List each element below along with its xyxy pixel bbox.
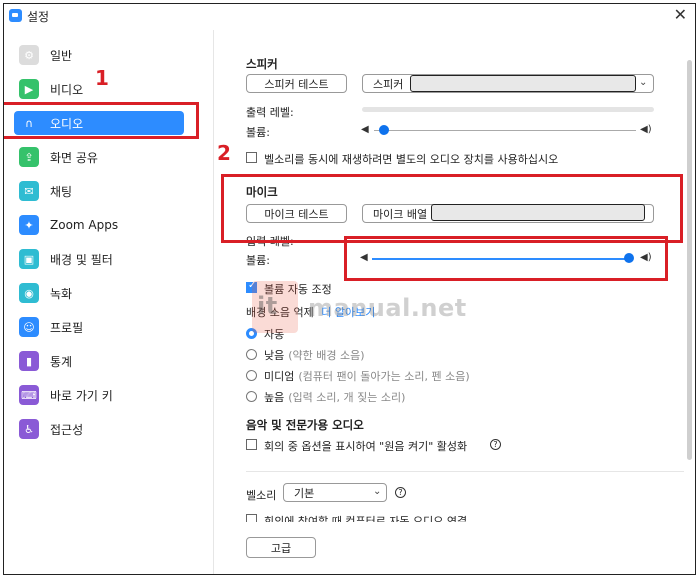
sidebar-item-label: 채팅 — [50, 184, 73, 199]
auto-audio-checkbox[interactable] — [246, 514, 257, 522]
sidebar-item-stats[interactable]: ▮ 통계 — [14, 349, 184, 373]
separate-device-label: 벨소리를 동시에 재생하려면 별도의 오디오 장치를 사용하십시오 — [264, 153, 559, 166]
redacted-device-name — [410, 75, 636, 92]
sidebar-item-label: 화면 공유 — [50, 150, 98, 165]
sidebar-item-record[interactable]: ◉ 녹화 — [14, 281, 184, 305]
watermark-text: manual.net — [308, 294, 467, 322]
annotation-step-2: 2 — [217, 141, 231, 165]
noise-option-radio[interactable] — [246, 391, 257, 402]
sidebar-item-label: 접근성 — [50, 422, 84, 437]
annotation-box-mic — [221, 174, 683, 243]
original-sound-checkbox[interactable] — [246, 439, 257, 450]
volume-high-icon: ◀) — [640, 124, 652, 135]
scrollbar[interactable] — [687, 60, 692, 460]
speaker-section-title: 스피커 — [246, 57, 278, 71]
annotation-box-audio — [4, 102, 199, 139]
accessibility-icon: ♿ — [19, 419, 39, 439]
profile-icon: ☺ — [19, 317, 39, 337]
ringtone-chevron-icon: ⌄ — [373, 486, 382, 497]
speaker-device-label: 스피커 — [373, 77, 404, 91]
noise-option-name: 미디엄 — [264, 370, 295, 383]
noise-option-radio[interactable] — [246, 370, 257, 381]
sidebar-item-label: 비디오 — [50, 82, 84, 97]
music-audio-title: 음악 및 전문가용 오디오 — [246, 418, 364, 432]
output-level-meter — [362, 107, 654, 112]
audio-settings-panel: 스피커 스피커 테스트 스피커 ⌄ 출력 레벨: 볼륨: ◀ ◀) 벨소리를 동… — [214, 30, 695, 574]
mic-volume-label: 볼륨: — [246, 254, 270, 267]
ringtone-help-icon[interactable]: ? — [395, 487, 406, 498]
noise-option-name: 낮음 — [264, 349, 285, 362]
ringtone-select[interactable]: 기본 — [283, 483, 387, 502]
separate-device-checkbox[interactable] — [246, 152, 257, 163]
video-icon: ▶ — [19, 79, 39, 99]
noise-option-hint: (약한 배경 소음) — [288, 349, 365, 362]
sidebar-item-background[interactable]: ▣ 배경 및 필터 — [14, 247, 184, 271]
speaker-volume-track[interactable] — [374, 130, 636, 131]
ringtone-value: 기본 — [294, 486, 315, 500]
speaker-volume-knob[interactable] — [379, 125, 390, 135]
sidebar-item-label: 통계 — [50, 354, 73, 369]
annotation-box-volume — [344, 236, 668, 281]
sidebar-item-apps[interactable]: ✦ Zoom Apps — [14, 213, 184, 237]
section-divider — [246, 471, 684, 472]
chat-icon: ✉ — [19, 181, 39, 201]
keyboard-icon: ⌨ — [19, 385, 39, 405]
cut-off-option: 회의에 참여할 때 컴퓨터로 자동 오디오 연결 — [246, 514, 546, 522]
sidebar-item-accessibility[interactable]: ♿ 접근성 — [14, 417, 184, 441]
annotation-step-1: 1 — [95, 66, 109, 90]
zoom-app-icon — [9, 9, 22, 22]
sidebar-item-keyboard[interactable]: ⌨ 바로 가기 키 — [14, 383, 184, 407]
watermark-logo-text: it — [257, 292, 278, 320]
background-icon: ▣ — [19, 249, 39, 269]
sidebar-item-gear[interactable]: ⚙ 일반 — [14, 43, 184, 67]
sidebar-item-label: 바로 가기 키 — [50, 388, 113, 403]
help-icon[interactable]: ? — [490, 439, 501, 450]
speaker-volume-label: 볼륨: — [246, 126, 270, 139]
advanced-button[interactable]: 고급 — [246, 537, 316, 558]
gear-icon: ⚙ — [19, 45, 39, 65]
sidebar-item-screen-share[interactable]: ⇪ 화면 공유 — [14, 145, 184, 169]
settings-window: 설정 ✕ ⚙ 일반 ▶ 비디오 ∩ 오디오 ⇪ 화면 공유 ✉ 채팅 ✦ Zoom Apps ▣ 배경 및… — [3, 3, 696, 575]
title-bar: 설정 ✕ — [4, 4, 695, 28]
sidebar-item-label: 프로필 — [50, 320, 84, 335]
noise-option-hint: (컴퓨터 팬이 돌아가는 소리, 펜 소음) — [298, 370, 470, 383]
volume-low-icon: ◀ — [361, 124, 369, 135]
noise-option-label: 미디엄 (컴퓨터 팬이 돌아가는 소리, 펜 소음) — [264, 368, 470, 384]
sidebar-item-profile[interactable]: ☺ 프로필 — [14, 315, 184, 339]
stats-icon: ▮ — [19, 351, 39, 371]
screen-share-icon: ⇪ — [19, 147, 39, 167]
sidebar-item-chat[interactable]: ✉ 채팅 — [14, 179, 184, 203]
close-icon[interactable]: ✕ — [674, 5, 687, 24]
noise-option-label: 낮음 (약한 배경 소음) — [264, 347, 365, 363]
record-icon: ◉ — [19, 283, 39, 303]
sidebar-item-label: 일반 — [50, 48, 73, 63]
output-level-label: 출력 레벨: — [246, 106, 294, 119]
noise-option-name: 높음 — [264, 391, 285, 404]
sidebar-item-label: 녹화 — [50, 286, 73, 301]
speaker-test-button[interactable]: 스피커 테스트 — [246, 74, 347, 93]
ringtone-label: 벨소리 — [246, 489, 277, 502]
noise-option-hint: (입력 소리, 개 짖는 소리) — [288, 391, 406, 404]
apps-icon: ✦ — [19, 215, 39, 235]
noise-option-radio[interactable] — [246, 349, 257, 360]
chevron-down-icon: ⌄ — [639, 77, 648, 88]
auto-audio-label: 회의에 참여할 때 컴퓨터로 자동 오디오 연결 — [264, 515, 468, 522]
sidebar-item-label: 배경 및 필터 — [50, 252, 113, 267]
original-sound-label: 회의 중 옵션을 표시하여 "원음 켜기" 활성화 — [264, 440, 468, 453]
noise-option-label: 높음 (입력 소리, 개 짖는 소리) — [264, 389, 405, 405]
sidebar-item-label: Zoom Apps — [50, 218, 119, 232]
window-title: 설정 — [27, 10, 50, 24]
